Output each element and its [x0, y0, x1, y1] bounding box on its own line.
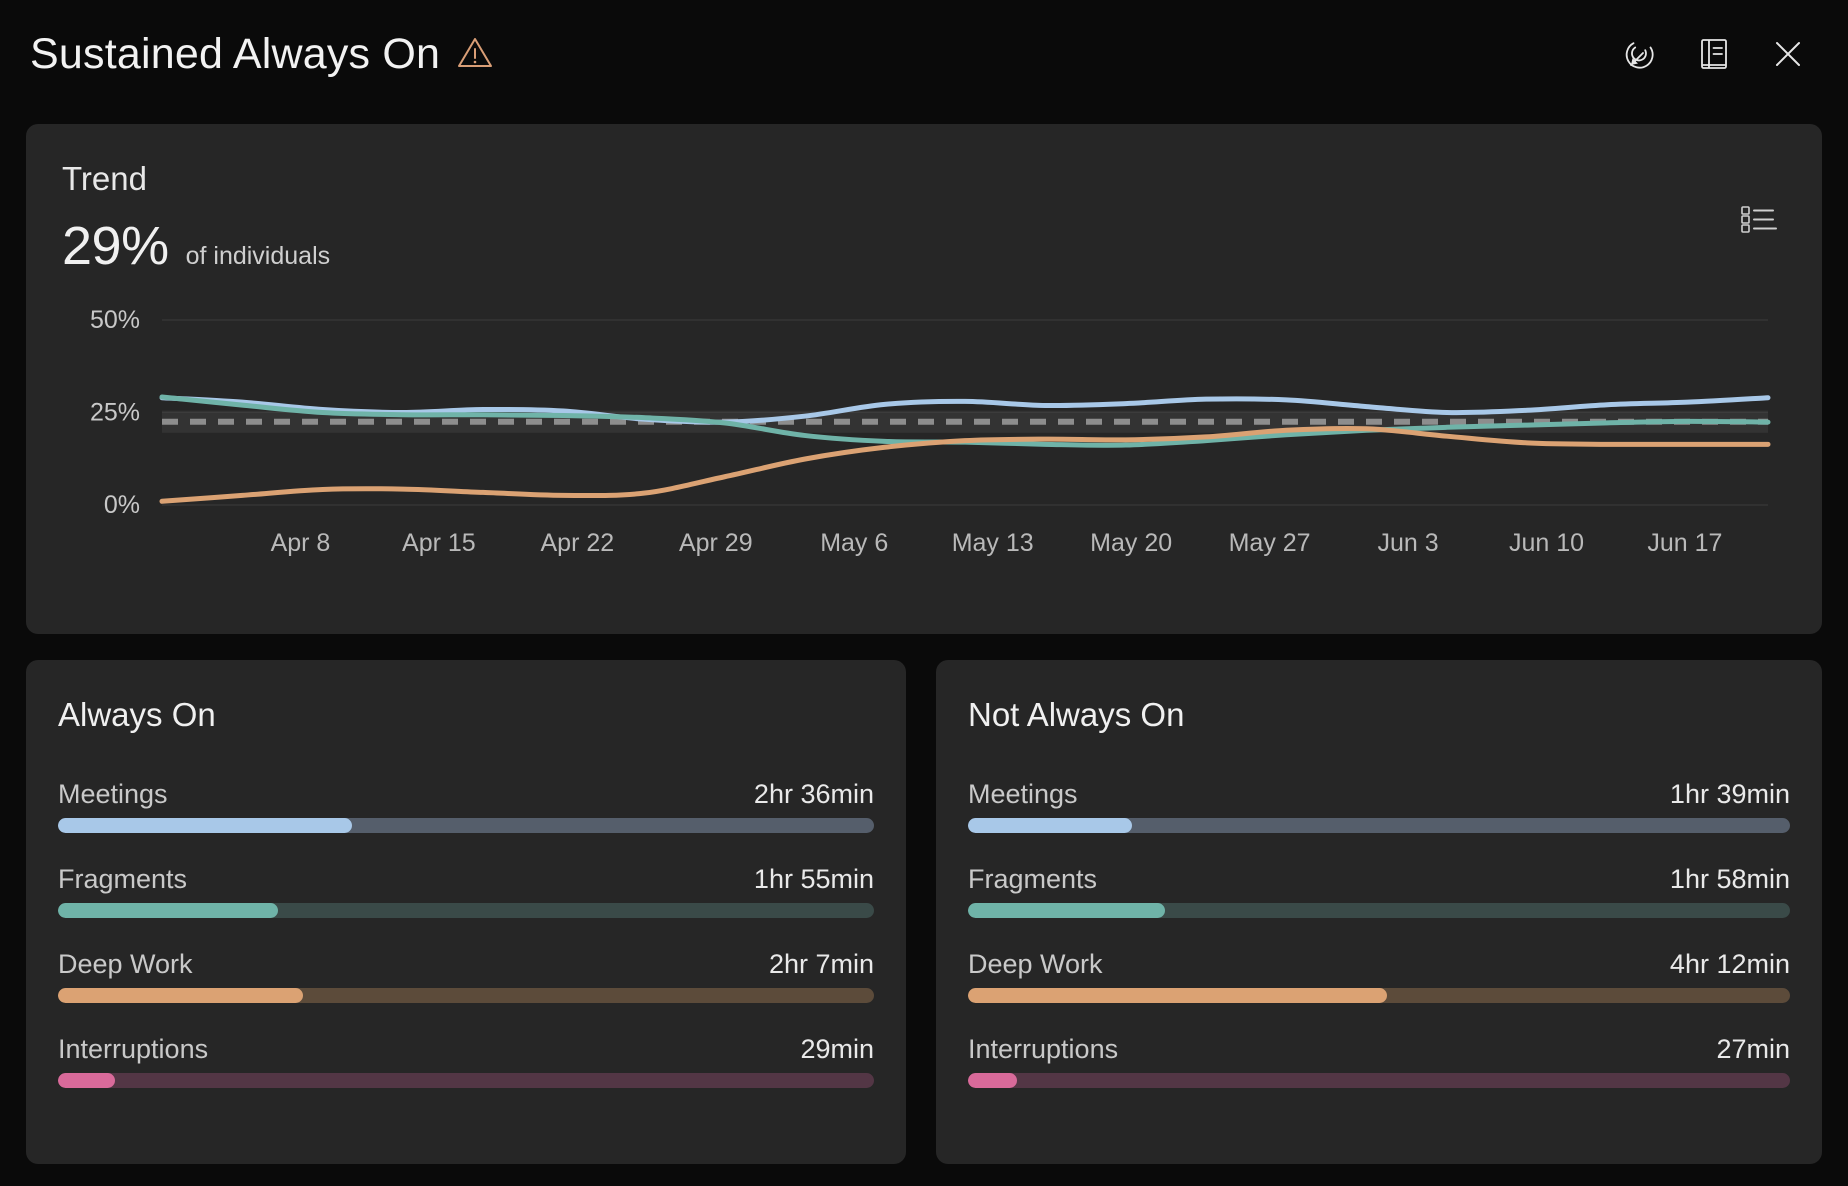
metric-header: Interruptions 27min: [968, 1036, 1790, 1063]
metric-value: 2hr 36min: [753, 779, 874, 809]
metric-header: Meetings 2hr 36min: [58, 781, 874, 808]
page-title: Sustained Always On: [30, 29, 441, 78]
metric-bar-track: [58, 1073, 874, 1088]
always-on-card: Always On Meetings 2hr 36min Fragments 1hr …: [26, 660, 906, 1164]
not-always-on-card: Not Always On Meetings 1hr 39min Fragments…: [936, 660, 1822, 1164]
always-on-title: Always On: [58, 696, 216, 733]
legend-list-icon[interactable]: [1740, 202, 1780, 236]
metric-bar-fill: [968, 988, 1388, 1003]
metric-bar-track: [968, 988, 1790, 1003]
trend-subtitle: of individuals: [185, 242, 331, 270]
y-axis-tick-label: 0%: [104, 491, 140, 519]
trend-header: Trend 29% of individuals: [62, 154, 1786, 304]
trend-card: Trend 29% of individuals 0% 25% 50% Apr 8 Ap…: [26, 124, 1822, 634]
metric-bar-track: [968, 1073, 1790, 1088]
metric-bar-fill: [58, 818, 352, 833]
metric-label: Interruptions: [58, 1034, 209, 1064]
insights-target-icon[interactable]: [1620, 34, 1660, 74]
metric-bar-fill: [58, 1073, 116, 1088]
metric-label: Meetings: [968, 779, 1078, 809]
book-icon[interactable]: [1694, 34, 1734, 74]
metric-bar-fill: [58, 903, 279, 918]
always-on-metrics: Meetings 2hr 36min Fragments 1hr 55min Deep …: [58, 781, 874, 1088]
x-axis-tick-label: May 20: [1090, 529, 1172, 557]
trend-value-row: 29% of individuals: [62, 219, 1786, 273]
metric-bar-track: [58, 988, 874, 1003]
metric-row: Meetings 1hr 39min: [968, 781, 1790, 833]
metric-row: Interruptions 29min: [58, 1036, 874, 1088]
trend-label: Trend: [62, 160, 147, 197]
x-axis-tick-label: Apr 29: [679, 529, 753, 557]
x-axis-tick-label: Jun 10: [1509, 529, 1584, 557]
header-actions: [1620, 34, 1808, 74]
not-always-on-metrics: Meetings 1hr 39min Fragments 1hr 58min Deep …: [968, 781, 1790, 1088]
metric-header: Interruptions 29min: [58, 1036, 874, 1063]
metric-bar-fill: [968, 818, 1133, 833]
metric-value: 4hr 12min: [1669, 949, 1790, 979]
metric-value: 1hr 58min: [1669, 864, 1790, 894]
metric-label: Fragments: [968, 864, 1098, 894]
metric-value: 2hr 7min: [768, 949, 874, 979]
metric-label: Deep Work: [58, 949, 193, 979]
metric-header: Deep Work 2hr 7min: [58, 951, 874, 978]
metric-label: Fragments: [58, 864, 188, 894]
metric-row: Fragments 1hr 58min: [968, 866, 1790, 918]
x-axis-tick-label: May 13: [952, 529, 1034, 557]
metric-row: Fragments 1hr 55min: [58, 866, 874, 918]
metric-bar-track: [968, 818, 1790, 833]
metric-bar-fill: [968, 1073, 1018, 1088]
metric-row: Interruptions 27min: [968, 1036, 1790, 1088]
metric-bar-track: [968, 903, 1790, 918]
x-axis-tick-label: May 6: [820, 529, 888, 557]
y-axis-tick-label: 50%: [90, 310, 140, 334]
metric-label: Meetings: [58, 779, 168, 809]
trend-percent: 29%: [62, 216, 169, 276]
warning-triangle-icon: [456, 35, 494, 74]
metric-label: Interruptions: [968, 1034, 1119, 1064]
metric-row: Deep Work 4hr 12min: [968, 951, 1790, 1003]
metric-label: Deep Work: [968, 949, 1103, 979]
metric-value: 1hr 39min: [1669, 779, 1790, 809]
panel-header: Sustained Always On: [0, 0, 1848, 108]
metric-row: Deep Work 2hr 7min: [58, 951, 874, 1003]
trend-chart: 0% 25% 50% Apr 8 Apr 15 Apr 22 Apr 29 May 6 May …: [62, 310, 1786, 570]
x-axis-tick-label: Apr 15: [402, 529, 476, 557]
x-axis-tick-label: Jun 3: [1377, 529, 1438, 557]
x-axis-tick-label: May 27: [1229, 529, 1311, 557]
metric-value: 27min: [1716, 1034, 1790, 1064]
metric-value: 29min: [800, 1034, 874, 1064]
x-axis-tick-label: Apr 22: [541, 529, 615, 557]
metric-bar-fill: [58, 988, 303, 1003]
chart-series-line: [159, 425, 1771, 504]
always-on-panel: Sustained Always On Trend 29% of individ…: [0, 0, 1848, 1186]
metric-bar-fill: [968, 903, 1166, 918]
trend-chart-svg: 0% 25% 50% Apr 8 Apr 15 Apr 22 Apr 29 May 6 May …: [90, 310, 1771, 557]
close-icon[interactable]: [1768, 34, 1808, 74]
metric-row: Meetings 2hr 36min: [58, 781, 874, 833]
metric-bar-track: [58, 903, 874, 918]
y-axis-tick-label: 25%: [90, 399, 140, 427]
not-always-on-title: Not Always On: [968, 696, 1185, 733]
metric-value: 1hr 55min: [753, 864, 874, 894]
x-axis-tick-label: Apr 8: [271, 529, 331, 557]
metric-bar-track: [58, 818, 874, 833]
x-axis-tick-label: Jun 17: [1647, 529, 1722, 557]
metric-header: Fragments 1hr 55min: [58, 866, 874, 893]
metric-header: Meetings 1hr 39min: [968, 781, 1790, 808]
metric-header: Fragments 1hr 58min: [968, 866, 1790, 893]
metric-header: Deep Work 4hr 12min: [968, 951, 1790, 978]
header-title-group: Sustained Always On: [30, 29, 1620, 78]
